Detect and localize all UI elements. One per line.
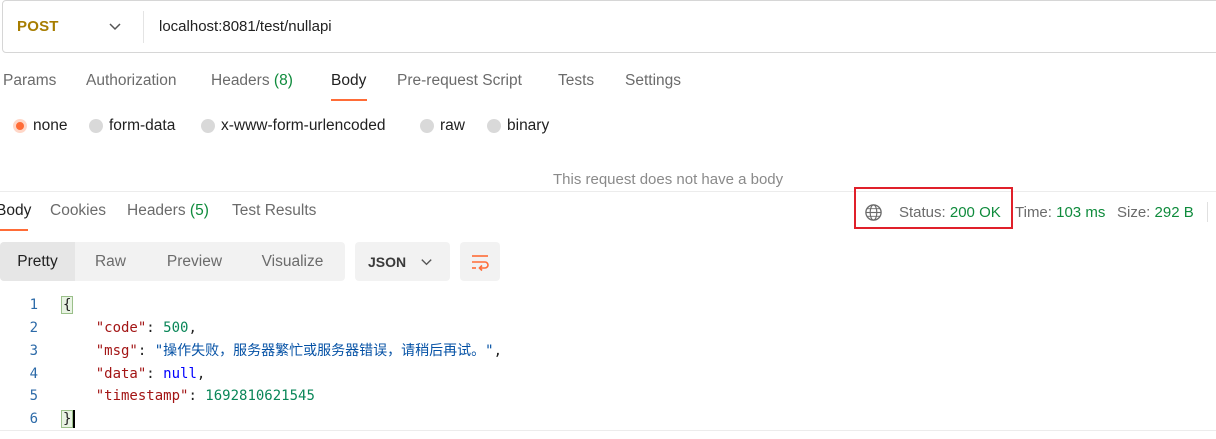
body-type-binary[interactable]: binary	[487, 117, 549, 135]
json-value: null	[163, 366, 197, 382]
code-line: 2 "code": 500,	[0, 317, 1216, 339]
view-preview-button[interactable]: Preview	[152, 242, 237, 281]
view-pretty-button[interactable]: Pretty	[0, 242, 75, 281]
method-select[interactable]: POST	[17, 18, 59, 35]
empty-body-message: This request does not have a body	[553, 171, 784, 188]
tab-label: Settings	[625, 72, 682, 89]
status-label: Status:	[899, 204, 946, 221]
line-number: 6	[29, 411, 38, 427]
code-line: 6 }	[0, 408, 1216, 430]
json-key: "data"	[95, 366, 147, 382]
code-line: 3 "msg": "操作失败，服务器繁忙或服务器错误，请稍后再试。",	[0, 340, 1216, 362]
tab-cookies[interactable]: Cookies	[50, 202, 106, 220]
radio-label: x-www-form-urlencoded	[221, 117, 386, 134]
wrap-lines-icon	[472, 255, 489, 272]
open-brace: {	[60, 296, 74, 314]
radio-selected-icon[interactable]	[13, 119, 27, 133]
size-value: 292 B	[1154, 204, 1194, 221]
headers-count: (5)	[189, 202, 209, 219]
request-url-bar: POST localhost:8081/test/nullapi	[2, 0, 1216, 53]
code-line: 4 "data": null,	[0, 363, 1216, 385]
json-key: "code"	[95, 320, 147, 336]
tab-label: Test Results	[232, 202, 317, 219]
chevron-down-icon[interactable]	[107, 18, 123, 34]
tab-body[interactable]: Body	[331, 72, 366, 90]
body-type-form-data[interactable]: form-data	[89, 117, 175, 135]
tab-authorization[interactable]: Authorization	[86, 72, 176, 90]
globe-icon[interactable]	[864, 203, 883, 222]
tab-label: Headers	[127, 202, 186, 219]
active-tab-indicator	[331, 99, 367, 101]
status-separator	[1207, 202, 1208, 222]
active-tab-indicator	[0, 229, 28, 231]
response-time[interactable]: Time: 103 ms	[1015, 204, 1105, 221]
time-value: 103 ms	[1056, 204, 1106, 221]
status-value: 200 OK	[949, 204, 1001, 221]
tab-headers[interactable]: Headers (8)	[211, 72, 293, 90]
tab-label: Pre-request Script	[397, 72, 522, 89]
tab-tests[interactable]: Tests	[558, 72, 594, 90]
bottom-divider	[0, 430, 1216, 431]
close-brace: }	[60, 410, 74, 428]
request-tabs: Params Authorization Headers (8) Body Pr…	[0, 72, 760, 104]
body-type-x-www-form-urlencoded[interactable]: x-www-form-urlencoded	[201, 117, 386, 135]
tab-params[interactable]: Params	[3, 72, 56, 90]
tab-pre-request-script[interactable]: Pre-request Script	[397, 72, 522, 90]
size-label: Size:	[1117, 204, 1151, 221]
radio-icon[interactable]	[420, 119, 434, 133]
line-number: 1	[29, 297, 38, 313]
tab-settings[interactable]: Settings	[625, 72, 681, 90]
tab-label: Body	[0, 202, 32, 219]
radio-label: none	[33, 117, 68, 134]
view-mode-group: Pretty Raw Preview Visualize	[0, 242, 345, 281]
url-divider	[143, 11, 144, 43]
format-label: JSON	[368, 254, 407, 270]
json-value: 1692810621545	[205, 388, 315, 404]
tab-label: Params	[3, 72, 57, 89]
tab-label: Authorization	[86, 72, 177, 89]
line-number: 3	[29, 343, 38, 359]
body-type-raw[interactable]: raw	[420, 117, 465, 135]
line-number: 5	[29, 388, 38, 404]
line-number: 4	[29, 366, 38, 382]
headers-count: (8)	[273, 72, 293, 89]
url-input[interactable]: localhost:8081/test/nullapi	[159, 18, 332, 35]
json-value: 500	[163, 320, 189, 336]
view-visualize-button[interactable]: Visualize	[250, 242, 335, 281]
chevron-down-icon	[421, 259, 432, 266]
radio-icon[interactable]	[201, 119, 215, 133]
code-line: 1 {	[0, 294, 1216, 316]
text-cursor	[73, 410, 76, 428]
radio-icon[interactable]	[89, 119, 103, 133]
json-value: "操作失败，服务器繁忙或服务器错误，请稍后再试。"	[154, 343, 494, 359]
response-tabs: Body Cookies Headers (5) Test Results	[0, 202, 340, 234]
radio-label: binary	[507, 117, 550, 134]
body-type-options: none form-data x-www-form-urlencoded raw…	[0, 117, 600, 139]
radio-label: raw	[440, 117, 465, 134]
json-key: "timestamp"	[95, 388, 189, 404]
view-raw-button[interactable]: Raw	[78, 242, 143, 281]
radio-label: form-data	[109, 117, 176, 134]
line-number: 2	[29, 320, 38, 336]
time-label: Time:	[1015, 204, 1052, 221]
tab-response-body[interactable]: Body	[0, 202, 31, 220]
tab-label: Cookies	[50, 202, 106, 219]
wrap-lines-button[interactable]	[460, 242, 500, 281]
tab-label: Headers	[211, 72, 270, 89]
pane-divider[interactable]	[0, 191, 1216, 192]
body-type-none[interactable]: none	[13, 117, 67, 135]
tab-label: Tests	[558, 72, 595, 89]
format-dropdown[interactable]: JSON	[355, 242, 450, 281]
tab-response-headers[interactable]: Headers (5)	[127, 202, 209, 220]
json-key: "msg"	[95, 343, 138, 359]
tab-test-results[interactable]: Test Results	[232, 202, 316, 220]
tab-label: Body	[331, 72, 367, 89]
response-size[interactable]: Size: 292 B	[1117, 204, 1194, 221]
radio-icon[interactable]	[487, 119, 501, 133]
code-line: 5 "timestamp": 1692810621545	[0, 385, 1216, 407]
response-status[interactable]: Status: 200 OK	[899, 204, 1001, 221]
